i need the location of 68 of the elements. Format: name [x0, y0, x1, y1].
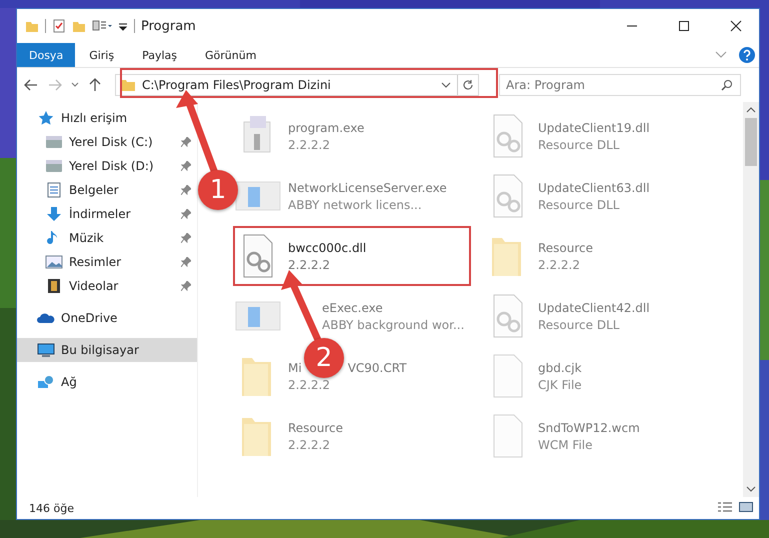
nav-item[interactable]: Yerel Disk (D:)	[17, 154, 197, 178]
file-name[interactable]: UpdateClient42.dll	[538, 300, 650, 314]
window-title: Program	[141, 18, 196, 34]
nav-item[interactable]: OneDrive	[17, 306, 197, 330]
file-detail: Resource DLL	[538, 318, 620, 332]
nav-item[interactable]: Hızlı erişim	[17, 106, 197, 130]
file-name[interactable]: UpdateClient19.dll	[538, 120, 650, 134]
ribbon-tab[interactable]: Görünüm	[191, 43, 270, 67]
file-detail: 2.2.2.2	[288, 438, 330, 452]
file-name[interactable]: Resource	[288, 420, 344, 434]
nav-item[interactable]: Bu bilgisayar	[17, 338, 197, 362]
pin-icon[interactable]	[181, 257, 191, 267]
ribbon-tab[interactable]: Paylaş	[128, 43, 191, 67]
file-name[interactable]: bwcc000c.dll	[288, 240, 366, 254]
search-icon	[721, 79, 733, 91]
file-detail: 2.2.2.2	[288, 378, 330, 392]
file-name[interactable]: eExec.exe	[322, 300, 383, 314]
download-icon	[45, 206, 63, 222]
pin-icon[interactable]	[181, 161, 191, 171]
drive-icon	[45, 134, 63, 150]
computer-icon	[37, 342, 55, 358]
folder-icon	[120, 78, 136, 92]
file-detail: Resource DLL	[538, 138, 620, 152]
pin-icon[interactable]	[181, 233, 191, 243]
network-icon	[37, 374, 55, 390]
drive-icon	[45, 158, 63, 174]
pin-icon[interactable]	[181, 281, 191, 291]
ribbon-tab[interactable]: Dosya	[17, 43, 76, 67]
file-detail: ABBY background wor...	[322, 318, 464, 332]
nav-item[interactable]: Yerel Disk (C:)	[17, 130, 197, 154]
view-icon[interactable]	[92, 19, 112, 33]
file-name[interactable]: NetworkLicenseServer.exe	[288, 180, 447, 194]
file-name[interactable]: gbd.cjk	[538, 360, 582, 374]
scrollbar-thumb[interactable]	[745, 118, 757, 166]
video-icon	[45, 278, 63, 294]
nav-item[interactable]: Müzik	[17, 226, 197, 250]
up-icon[interactable]	[87, 78, 103, 92]
star-icon	[37, 110, 55, 126]
file-name[interactable]: UpdateClient63.dll	[538, 180, 650, 194]
search-field[interactable]: Ara: Program	[499, 74, 741, 96]
item-count: 146 öğe	[29, 502, 74, 514]
pin-icon[interactable]	[181, 137, 191, 147]
caret-icon[interactable]	[71, 82, 79, 88]
pin-icon[interactable]	[181, 209, 191, 219]
file-detail: 2.2.2.2	[538, 258, 580, 272]
document-icon	[45, 182, 63, 198]
file-detail: ABBY network licens...	[288, 198, 422, 212]
nav-item[interactable]: İndirmeler	[17, 202, 197, 226]
ribbon-tab[interactable]: Giriş	[75, 43, 128, 67]
nav-item[interactable]: Videolar	[17, 274, 197, 298]
file-name[interactable]: Mi	[288, 360, 302, 374]
properties-icon[interactable]	[52, 19, 66, 33]
file-name[interactable]: VC90.CRT	[348, 360, 407, 374]
dropdown-icon[interactable]	[441, 81, 451, 89]
pictures-icon	[45, 254, 63, 270]
file-detail: 2.2.2.2	[288, 138, 330, 152]
nav-item[interactable]: Resimler	[17, 250, 197, 274]
file-name[interactable]: SndToWP12.wcm	[538, 420, 640, 434]
file-detail: 2.2.2.2	[288, 258, 330, 272]
file-detail: CJK File	[538, 378, 582, 392]
file-detail: WCM File	[538, 438, 592, 452]
pin-icon[interactable]	[181, 185, 191, 195]
back-icon[interactable]	[23, 79, 39, 91]
file-detail: Resource DLL	[538, 198, 620, 212]
nav-item[interactable]: Ağ	[17, 370, 197, 394]
nav-item[interactable]: Belgeler	[17, 178, 197, 202]
file-name[interactable]: program.exe	[288, 120, 364, 134]
file-name[interactable]: Resource	[538, 240, 594, 254]
